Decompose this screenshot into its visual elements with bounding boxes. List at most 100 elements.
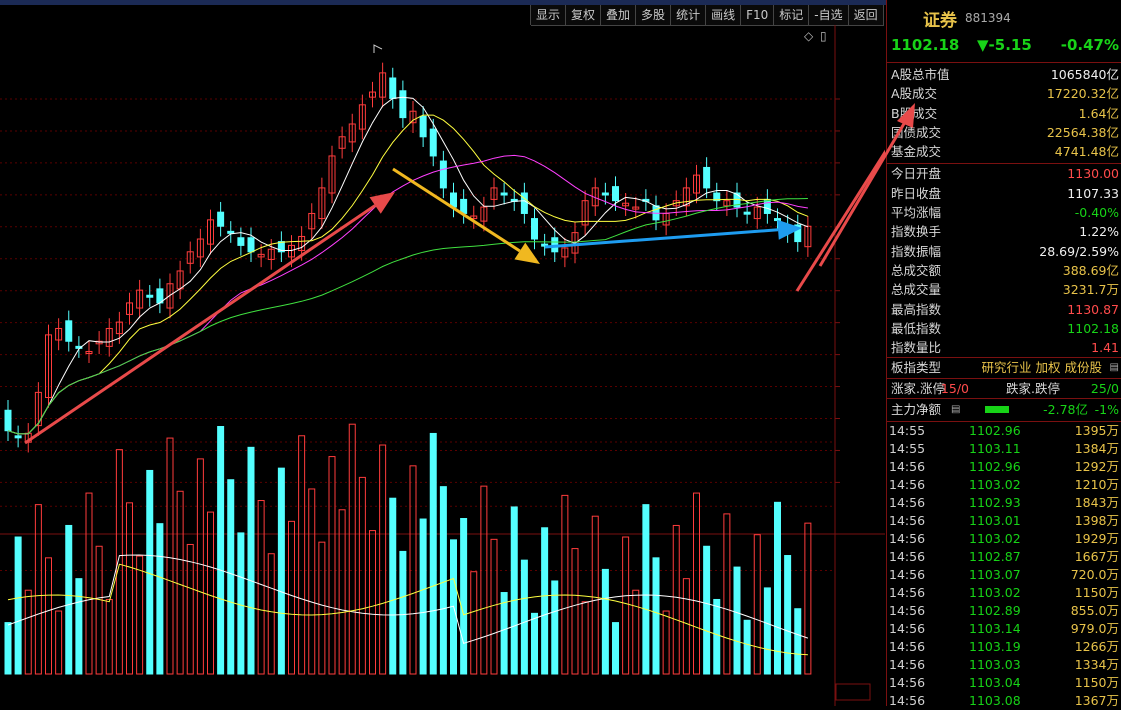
index-code: 881394 xyxy=(965,11,1011,25)
tick-price: 1103.07 xyxy=(969,567,1021,583)
tick-time: 14:55 xyxy=(889,441,926,457)
candle xyxy=(389,67,397,109)
tick-time: 14:56 xyxy=(889,585,926,601)
volume-bar xyxy=(115,449,123,675)
candle xyxy=(277,231,285,263)
candle xyxy=(632,196,640,219)
volume-bar xyxy=(652,557,660,675)
kline-chart-svg[interactable]: ◇ ▯ xyxy=(0,25,915,706)
toolbar-button[interactable]: 复权 xyxy=(566,5,602,26)
toolbar-button[interactable]: F10 xyxy=(741,5,775,26)
volume-bar xyxy=(531,612,538,675)
volume-bar xyxy=(45,557,52,675)
stat-value: 1130.00 xyxy=(1067,166,1119,182)
tick-time: 14:56 xyxy=(889,603,926,619)
volume-bar xyxy=(85,492,93,675)
tick-row: 14:56 1103.02 1210万 xyxy=(887,476,1121,494)
candle xyxy=(95,331,103,355)
window-toggle-icon: ▯ xyxy=(820,29,827,43)
stat-row: 指数换手 1.22% xyxy=(887,222,1121,241)
toolbar-button[interactable]: 返回 xyxy=(848,5,884,26)
toolbar-button[interactable]: 标记 xyxy=(774,5,810,26)
arrow-shaft xyxy=(392,167,521,253)
tick-volume: 1384万 xyxy=(1074,441,1119,457)
tick-row: 14:56 1103.02 1929万 xyxy=(887,530,1121,548)
net-flow-menu-icon[interactable]: ▤ xyxy=(951,399,960,421)
board-type-value: 研究行业 加权 成份股 xyxy=(981,360,1102,376)
volume-bar xyxy=(561,494,569,675)
arrow-shaft xyxy=(544,228,779,249)
volume-bar xyxy=(95,545,103,675)
candle-body xyxy=(4,409,12,432)
volume-bar xyxy=(601,568,609,675)
stat-label: 基金成交 xyxy=(891,144,942,160)
stat-row: 最低指数 1102.18 xyxy=(887,319,1121,338)
volume-bar xyxy=(176,490,184,675)
volume-bar xyxy=(632,589,640,675)
candle xyxy=(65,310,73,352)
volume-bar xyxy=(662,610,670,675)
stat-value: 1.41 xyxy=(1091,340,1119,356)
tick-list[interactable]: 14:55 1102.96 1395万 14:55 1103.11 1384万 14:56 1… xyxy=(887,422,1121,710)
volume-bar xyxy=(784,555,792,675)
toolbar-button[interactable]: 多股 xyxy=(636,5,672,26)
tick-row: 14:56 1102.87 1667万 xyxy=(887,548,1121,566)
stat-label: 指数换手 xyxy=(891,224,942,240)
toolbar-button[interactable]: 画线 xyxy=(706,5,742,26)
tick-volume: 979.0万 xyxy=(1070,621,1119,637)
tick-price: 1103.14 xyxy=(969,621,1021,637)
stat-value: 4741.48亿 xyxy=(1054,144,1119,160)
candle-body xyxy=(237,237,245,246)
volume-bar xyxy=(55,610,63,675)
volume-bar xyxy=(146,469,154,675)
volume-bar xyxy=(348,423,356,675)
tick-price: 1103.11 xyxy=(969,441,1021,457)
toolbar-button[interactable]: 统计 xyxy=(671,5,707,26)
tick-price: 1102.87 xyxy=(969,549,1021,565)
stat-label: 国债成交 xyxy=(891,124,942,140)
candle xyxy=(723,190,731,217)
volume-bar xyxy=(4,622,12,675)
candle xyxy=(146,285,154,307)
red-side-arrow xyxy=(795,105,915,292)
toolbar-button[interactable]: -自选 xyxy=(809,5,849,26)
tick-time: 14:56 xyxy=(889,477,926,493)
candle xyxy=(409,100,417,133)
volume-bar xyxy=(794,608,802,675)
stat-row: 基金成交 4741.48亿 xyxy=(887,142,1121,161)
tick-volume: 1367万 xyxy=(1074,693,1119,709)
volume-bar xyxy=(227,479,235,675)
toolbar-button[interactable]: 叠加 xyxy=(601,5,637,26)
candle xyxy=(419,106,427,148)
tick-volume: 1292万 xyxy=(1074,459,1119,475)
volume-bar xyxy=(713,598,721,675)
tick-time: 14:56 xyxy=(889,567,926,583)
stat-label: A股成交 xyxy=(891,86,938,102)
tick-volume: 1210万 xyxy=(1074,477,1119,493)
tick-price: 1102.96 xyxy=(969,423,1021,439)
candle xyxy=(45,324,52,408)
market-stats: A股总市值 1065840亿 A股成交 17220.32亿 B股成交 1.64亿 国债成交 2… xyxy=(887,63,1121,165)
price-change-pct: -0.47% xyxy=(1060,36,1119,54)
board-menu-icon[interactable]: ▤ xyxy=(1110,358,1119,377)
candle xyxy=(682,177,690,217)
tick-row: 14:56 1103.04 1150万 xyxy=(887,674,1121,692)
index-stats: 今日开盘 1130.00 昨日收盘 1107.33 平均涨幅 -0.40% 指数换手 1.22… xyxy=(887,164,1121,359)
toolbar-button[interactable]: 显示 xyxy=(531,5,567,26)
arrow-shaft xyxy=(795,124,904,292)
tick-volume: 1667万 xyxy=(1074,549,1119,565)
stat-value: 1.22% xyxy=(1079,224,1119,240)
stat-row: A股成交 17220.32亿 xyxy=(887,84,1121,103)
index-header: 证券 881394 xyxy=(887,0,1121,31)
volume-bar xyxy=(207,511,214,675)
tick-volume: 1150万 xyxy=(1074,675,1119,691)
kline-chart-area[interactable]: ◇ ▯ xyxy=(0,25,915,706)
index-name: 证券 xyxy=(923,11,957,31)
tick-volume: 1334万 xyxy=(1074,657,1119,673)
stat-label: 总成交量 xyxy=(891,282,942,298)
tick-price: 1103.04 xyxy=(969,675,1021,691)
candle xyxy=(196,228,204,268)
candle-body xyxy=(500,192,508,196)
volume-bar xyxy=(409,465,417,675)
volume-bar xyxy=(257,500,265,675)
